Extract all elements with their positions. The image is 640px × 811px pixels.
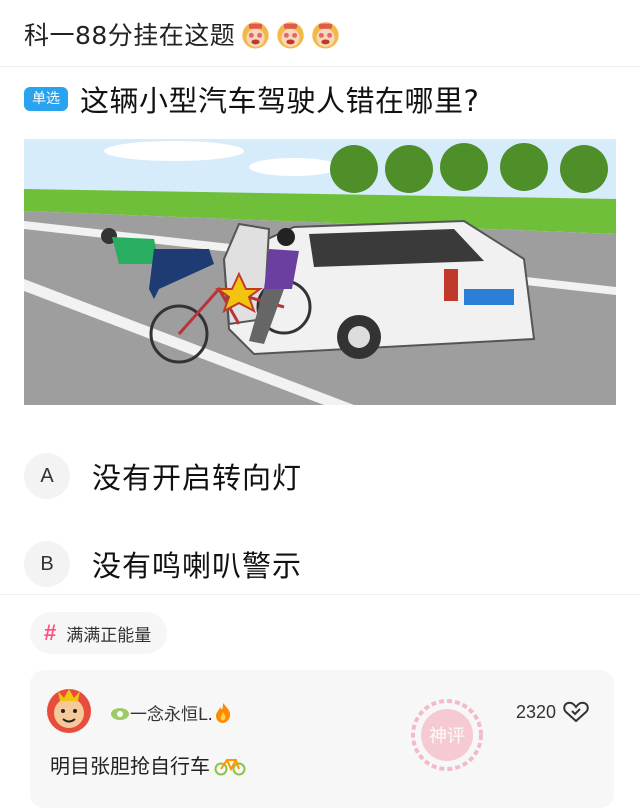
comment-username[interactable]: 一念永恒L. — [130, 700, 213, 725]
option-letter: B — [24, 541, 70, 587]
god-comment-stamp-icon: 神评 — [411, 699, 483, 771]
topic-tag[interactable]: # 满满正能量 — [30, 612, 168, 654]
option-a[interactable]: A 没有开启转向灯 — [24, 453, 302, 499]
option-text: 没有开启转向灯 — [92, 461, 303, 495]
username-row: 一念永恒L. — [106, 700, 233, 725]
option-letter: A — [24, 453, 70, 499]
hash-icon: # — [44, 620, 57, 645]
question-type-badge: 单选 — [24, 87, 68, 111]
question-row: 单选 这辆小型汽车驾驶人错在哪里? — [24, 78, 479, 120]
post-title: 科一88分挂在这题 — [24, 21, 236, 50]
comment-text: 明目张胆抢自行车 — [50, 754, 210, 778]
post-header: 科一88分挂在这题 — [24, 12, 342, 56]
like-count: 2320 — [515, 701, 556, 722]
option-b[interactable]: B 没有鸣喇叭警示 — [24, 541, 302, 587]
monkey-face-icon — [242, 21, 270, 49]
bicycle-icon — [214, 758, 246, 775]
hot-comment-card[interactable]: 一念永恒L. 神评 2320 明目张胆抢自行车 — [30, 670, 614, 808]
stamp-label: 神评 — [429, 726, 465, 747]
fire-icon — [215, 702, 231, 723]
question-illustration[interactable] — [24, 139, 616, 405]
header-divider — [0, 66, 640, 67]
emoji-row — [239, 18, 342, 51]
monkey-face-icon — [312, 21, 340, 49]
comment-body: 明目张胆抢自行车 — [50, 750, 246, 779]
monkey-face-icon — [277, 21, 305, 49]
like-icon — [563, 701, 589, 723]
medal-leaf-icon — [111, 707, 129, 720]
question-text: 这辆小型汽车驾驶人错在哪里? — [80, 84, 480, 118]
avatar[interactable] — [44, 684, 94, 734]
section-divider — [0, 594, 640, 595]
topic-label: 满满正能量 — [66, 625, 152, 646]
option-text: 没有鸣喇叭警示 — [92, 549, 303, 583]
like-button[interactable]: 2320 — [516, 700, 590, 724]
